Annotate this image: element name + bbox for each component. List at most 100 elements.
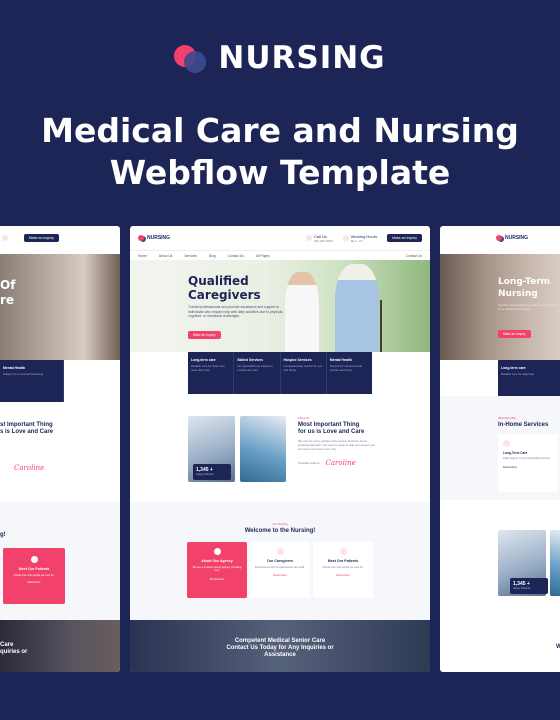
senior-image: [335, 264, 379, 352]
service-hospice[interactable]: Hospice Services Compassionate comfort f…: [281, 352, 327, 394]
right-card-link[interactable]: Read More: [503, 465, 553, 469]
right-stat-badge: 1,345 + Happy Patients: [510, 578, 548, 594]
welcome-card-caregivers[interactable]: Our Caregivers Experienced and compassio…: [250, 542, 310, 598]
logo-icon: [138, 235, 144, 241]
welcome-card-link[interactable]: Read More: [254, 573, 306, 577]
left-about: st Important Thing s is Love and Care Ca…: [0, 422, 110, 472]
about-images: 1,345 + Happy Patients: [188, 416, 288, 484]
left-about-title: st Important Thing s is Love and Care: [0, 422, 110, 436]
welcome-card-title: Meet Our Patients: [327, 559, 359, 563]
service-title: Mental Health: [329, 358, 352, 362]
left-signature: Caroline: [14, 464, 45, 472]
left-welcome: g! Meet Our Patients Stories from the pe…: [0, 502, 120, 620]
signature-row: President Name Caroline: [298, 459, 378, 467]
welcome-card-desc: Experienced and compassionate care staff…: [255, 566, 305, 569]
about-kicker: About Us: [298, 416, 310, 420]
left-patients-card[interactable]: Meet Our Patients Stories from the peopl…: [3, 548, 65, 604]
welcome-card-agency[interactable]: About Our Agency We are a trusted nursin…: [187, 542, 247, 598]
contact-hours: Working Hours Mon - Fri: [342, 234, 377, 243]
service-skilled[interactable]: Skilled Services Our specialists are tra…: [234, 352, 281, 394]
welcome-kicker: Our Nursing: [272, 522, 288, 526]
center-logo[interactable]: NURSING: [138, 235, 170, 241]
right-welcome-fragment: W: [556, 644, 560, 650]
president-name: President Name: [298, 461, 320, 466]
nav-item-home[interactable]: Home: [138, 254, 147, 258]
signature: Caroline: [325, 459, 356, 468]
user-icon: [339, 548, 347, 555]
welcome-card-link[interactable]: All Services: [191, 577, 243, 581]
right-logo-text: NURSING: [505, 235, 529, 241]
service-long-term[interactable]: Long-term care Reliable care for those w…: [188, 352, 235, 394]
left-hero-title-1: Of: [0, 278, 16, 292]
welcome-card-title: Our Caregivers: [267, 559, 293, 563]
right-hero: Long-Term Nursing Nursing care provided …: [440, 254, 560, 360]
right-home-kicker: What We Offer: [498, 416, 517, 420]
left-about-title-2: s is Love and Care: [0, 429, 54, 435]
left-service-item[interactable]: Mental Health Support for emotional well…: [0, 360, 64, 402]
caregiver-image: [285, 272, 319, 352]
right-topbar: NURSING: [440, 226, 560, 250]
left-service-desc: Support for emotional well-being: [3, 372, 44, 376]
welcome-section: Our Nursing Welcome to the Nursing! Abou…: [130, 502, 430, 620]
left-card-title: Meet Our Patients: [18, 567, 50, 571]
service-title: Hospice Services: [283, 358, 312, 362]
right-in-home-section: What We Offer In-Home Services Long-Term…: [440, 396, 560, 500]
nav-item-blog[interactable]: Blog: [209, 254, 216, 258]
right-logo[interactable]: NURSING: [496, 235, 528, 241]
center-inquiry-button[interactable]: Make an Inquiry: [387, 234, 422, 242]
left-hero-title-2: re: [0, 293, 15, 307]
nav-item-about[interactable]: About Us: [159, 254, 173, 258]
welcome-cards: About Our Agency We are a trusted nursin…: [187, 542, 373, 598]
service-mental-health[interactable]: Mental Health Support for emotional and …: [327, 352, 372, 394]
service-desc: Reliable care for those who need daily h…: [191, 364, 225, 372]
cta-line-3: Assistance: [264, 652, 296, 658]
left-service-title: Mental Health: [3, 366, 26, 370]
right-hero-button[interactable]: Make an Inquiry: [498, 330, 531, 338]
about-image-2: [240, 416, 286, 482]
nav-contact-link[interactable]: Contact Us: [406, 254, 422, 258]
welcome-card-link[interactable]: Read More: [317, 573, 369, 577]
about-title: Most Important Thing for us is Love and …: [298, 422, 378, 436]
left-inquiry-button[interactable]: Make an Inquiry: [24, 234, 59, 242]
center-nav: Home About Us Services Blog Contact Us A…: [130, 250, 430, 260]
hero-title-2: Caregivers: [188, 288, 261, 302]
center-services: Long-term care Reliable care for those w…: [188, 352, 372, 394]
welcome-card-desc: We are a trusted nursing agency providin…: [192, 566, 242, 573]
cta-text: Competent Medical Senior Care Contact Us…: [130, 638, 430, 659]
welcome-card-patients[interactable]: Meet Our Patients Stories from the peopl…: [313, 542, 373, 598]
welcome-card-desc: Stories from the people we care for.: [322, 566, 364, 569]
service-title: Long-term care: [191, 358, 216, 362]
cta-line-2: Contact Us Today for Any Inquiries or: [226, 645, 334, 651]
preview-card-left[interactable]: Make an Inquiry Of re Mental Health Supp…: [0, 226, 120, 672]
left-welcome-title: g!: [0, 532, 6, 538]
contact-phone-value: (00) 000-0000: [313, 238, 333, 243]
left-contact: [2, 235, 8, 241]
center-cta: Competent Medical Senior Care Contact Us…: [130, 620, 430, 672]
heart-icon: [503, 440, 510, 447]
caregiver-icon: [276, 548, 284, 555]
preview-card-center[interactable]: NURSING Call Us (00) 000-0000 Working Ho…: [130, 226, 430, 672]
about-body: We care for every resident with respect,…: [298, 439, 375, 451]
left-card-more-link[interactable]: Read More: [7, 581, 61, 584]
user-icon: [30, 556, 38, 563]
right-stat-label: Happy Patients: [513, 587, 531, 590]
right-card-desc: Daily support to live comfortably at hom…: [503, 457, 551, 460]
left-signature-row: Caroline: [0, 464, 110, 472]
preview-card-right[interactable]: NURSING Home About Us Services Blog Long…: [440, 226, 560, 672]
stat-label: Happy Patients: [196, 473, 214, 476]
logo-icon: [496, 235, 502, 241]
clock-icon: [342, 235, 349, 241]
right-service-title: Long-term care: [501, 366, 526, 370]
left-card-desc: Stories from the people we care for.: [13, 574, 55, 577]
right-hero-title-2: Nursing: [498, 289, 538, 299]
nav-item-contact[interactable]: Contact Us: [228, 254, 244, 258]
right-hero-title: Long-Term Nursing: [498, 276, 550, 300]
right-service-card[interactable]: Long-Term Care Daily support to live com…: [498, 434, 558, 492]
right-card-title: Long-Term Care: [503, 451, 528, 455]
welcome-title: Welcome to the Nursing!: [244, 528, 316, 534]
brand: NURSING: [0, 40, 560, 76]
nav-item-pages[interactable]: All Pages: [256, 254, 270, 258]
nav-item-services[interactable]: Services: [184, 254, 197, 258]
left-about-title-1: st Important Thing: [0, 422, 53, 428]
hero-inquiry-button[interactable]: Make an Inquiry: [188, 331, 221, 339]
